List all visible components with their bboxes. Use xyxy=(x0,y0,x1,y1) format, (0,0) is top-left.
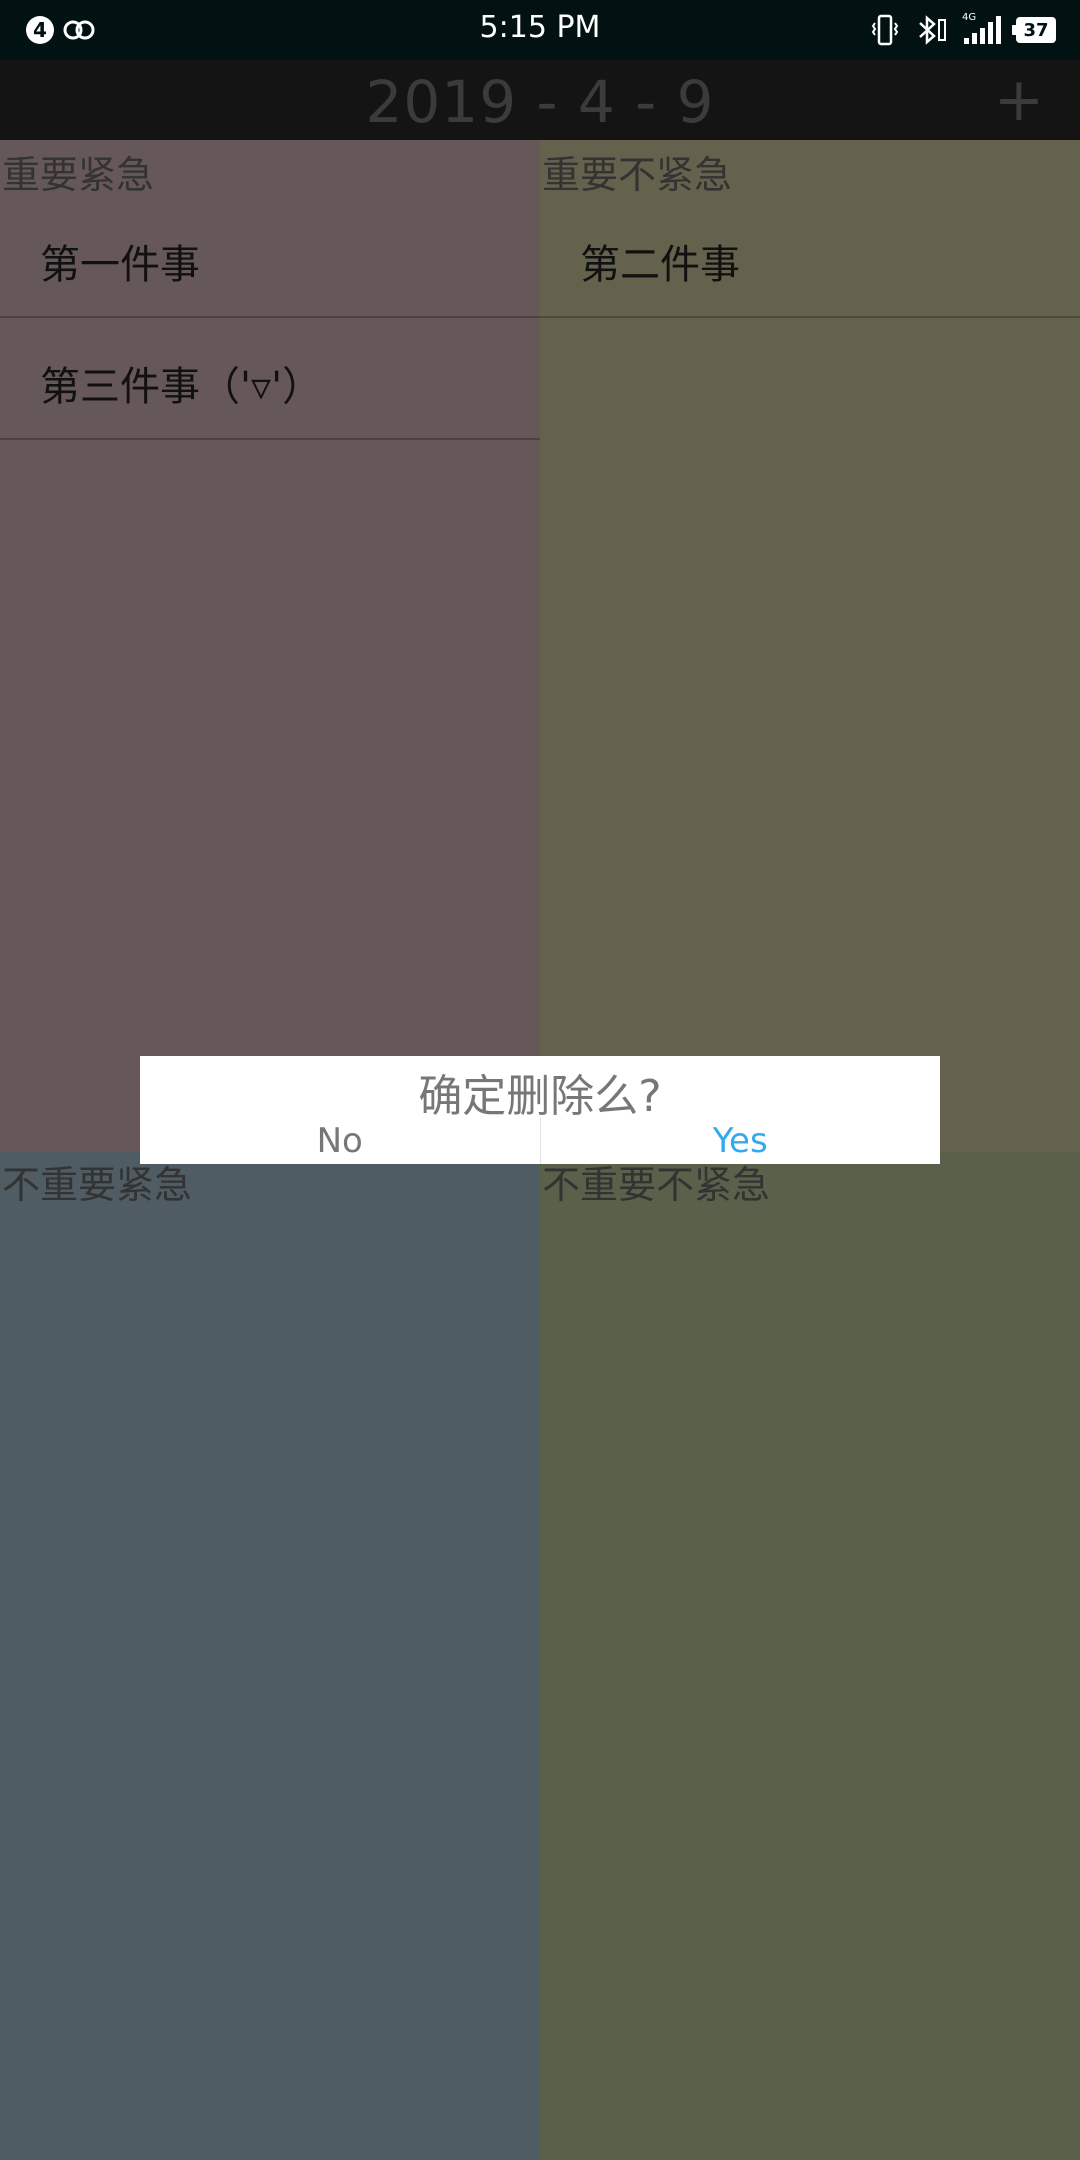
vibrate-icon xyxy=(871,14,899,46)
task-label: 第一件事 xyxy=(40,242,200,288)
quadrant-title: 重要紧急 xyxy=(2,153,155,197)
dialog-button-row: No Yes xyxy=(140,1118,940,1164)
status-right: 4G 37 xyxy=(870,12,1056,46)
app-bar: 2019 - 4 - 9 + xyxy=(0,60,1080,140)
task-item[interactable]: 第三件事（'▿'） xyxy=(0,318,540,440)
task-item[interactable]: 第一件事 xyxy=(0,196,540,318)
task-label: 第二件事 xyxy=(580,242,740,288)
task-item[interactable]: 第二件事 xyxy=(540,196,1080,318)
task-label: 第三件事（'▿'） xyxy=(40,364,323,410)
quadrant-not-important-not-urgent: 不重要不紧急 xyxy=(540,1152,1080,2160)
yes-button[interactable]: Yes xyxy=(541,1118,941,1164)
status-bar: 4 5:15 PM 4G 37 xyxy=(0,0,1080,60)
signal-strength-icon: 4G xyxy=(962,12,1002,46)
quadrant-title: 重要不紧急 xyxy=(542,153,733,197)
bluetooth-icon xyxy=(919,15,946,45)
battery-icon: 37 xyxy=(1012,17,1056,43)
no-button[interactable]: No xyxy=(140,1118,541,1164)
add-task-button[interactable]: + xyxy=(994,70,1044,130)
date-title: 2019 - 4 - 9 xyxy=(365,68,715,136)
quadrant-important-urgent: 重要紧急 第一件事 第三件事（'▿'） xyxy=(0,140,540,1152)
quadrant-important-not-urgent: 重要不紧急 第二件事 xyxy=(540,140,1080,1152)
app-screen: 4 5:15 PM 4G 37 2019 - 4 - 9 + 重要紧急 第一件事… xyxy=(0,0,1080,2160)
quadrant-not-important-urgent: 不重要紧急 xyxy=(0,1152,540,2160)
delete-confirm-dialog: 确定删除么? No Yes xyxy=(140,1056,940,1164)
dialog-title: 确定删除么? xyxy=(418,1071,662,1122)
